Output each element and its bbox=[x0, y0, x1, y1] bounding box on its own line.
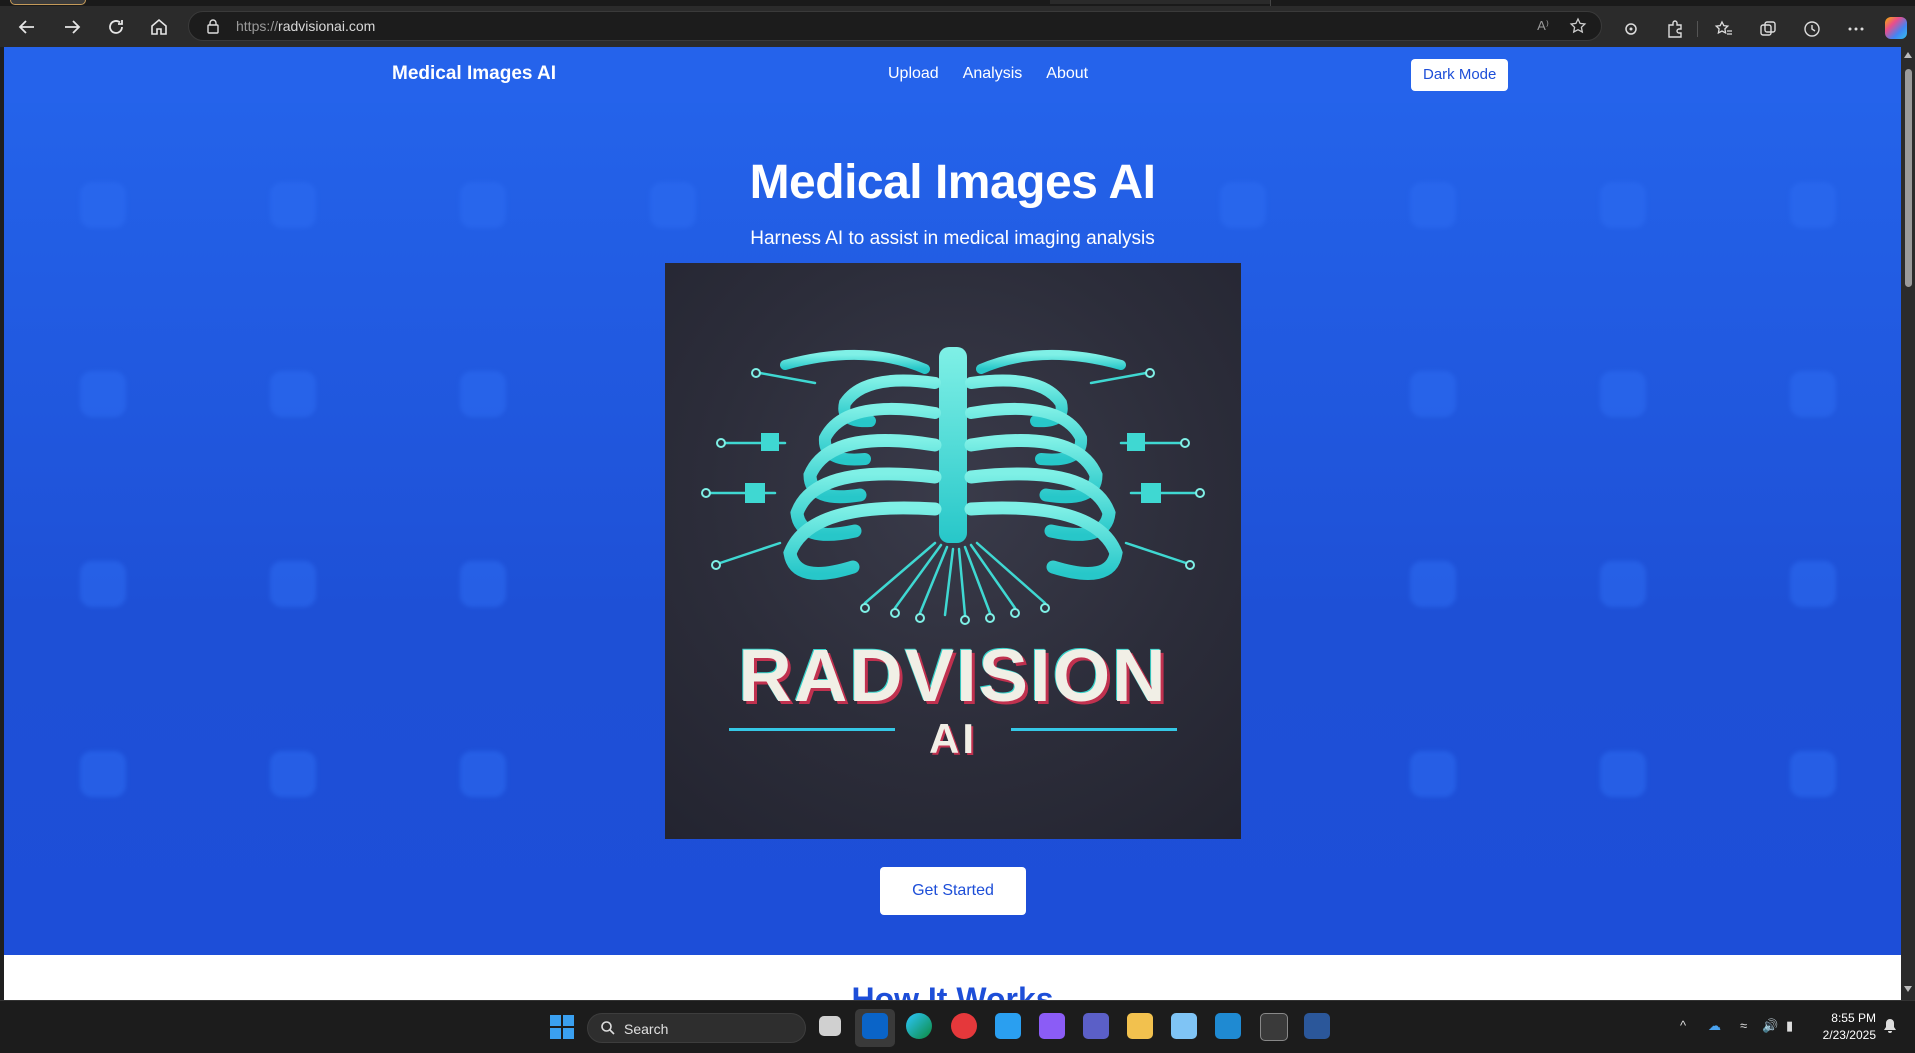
system-clock[interactable]: 8:55 PM 2/23/2025 bbox=[1814, 1010, 1876, 1044]
chevron-up-icon[interactable]: ^ bbox=[1680, 1018, 1686, 1033]
nav-link-about[interactable]: About bbox=[1046, 65, 1088, 83]
page-scrollbar[interactable] bbox=[1901, 47, 1915, 1000]
home-icon[interactable] bbox=[145, 13, 173, 41]
teams-icon[interactable] bbox=[1083, 1013, 1109, 1039]
taskbar: Search ^ ☁ ≈ 🔊 ▮ 8:55 PM 2/23/2025 bbox=[0, 1000, 1915, 1053]
onedrive-icon[interactable]: ☁ bbox=[1708, 1018, 1721, 1034]
scroll-up-icon[interactable] bbox=[1904, 52, 1912, 58]
nav-link-analysis[interactable]: Analysis bbox=[963, 65, 1023, 83]
favorite-star-icon[interactable] bbox=[1569, 17, 1587, 35]
how-it-works-section: How It Works bbox=[4, 955, 1901, 1000]
scrollbar-thumb[interactable] bbox=[1905, 69, 1912, 287]
collections-icon[interactable] bbox=[1758, 19, 1778, 39]
site-brand[interactable]: Medical Images AI bbox=[392, 63, 556, 85]
forward-icon[interactable] bbox=[58, 13, 86, 41]
get-started-button[interactable]: Get Started bbox=[880, 867, 1026, 915]
volume-icon[interactable]: 🔊 bbox=[1762, 1018, 1778, 1034]
hero-title: Medical Images AI bbox=[749, 156, 1156, 209]
mail-box-icon[interactable] bbox=[995, 1013, 1021, 1039]
extension-icon[interactable] bbox=[1621, 19, 1641, 39]
history-icon[interactable] bbox=[1802, 19, 1822, 39]
hero-section: Medical Images AI Harness AI to assist i… bbox=[4, 103, 1901, 955]
terminal-icon[interactable] bbox=[1260, 1013, 1288, 1041]
address-bar[interactable]: https://radvisionai.com A⁾ bbox=[188, 11, 1602, 41]
clock-date: 2/23/2025 bbox=[1822, 1028, 1876, 1042]
browser-tab[interactable] bbox=[10, 0, 86, 5]
browser-toolbar: https://radvisionai.com A⁾ bbox=[0, 6, 1915, 47]
word-icon[interactable] bbox=[1304, 1013, 1330, 1039]
more-menu-icon[interactable] bbox=[1846, 19, 1866, 39]
dark-mode-button[interactable]: Dark Mode bbox=[1411, 59, 1509, 91]
page-viewport: Medical Images AI Upload Analysis About … bbox=[4, 47, 1901, 1000]
clock-time: 8:55 PM bbox=[1831, 1011, 1876, 1025]
toolbar-divider bbox=[1697, 21, 1698, 37]
extensions-puzzle-icon[interactable] bbox=[1665, 19, 1685, 39]
hero-subtitle: Harness AI to assist in medical imaging … bbox=[750, 228, 1155, 249]
read-aloud-icon[interactable]: A⁾ bbox=[1537, 18, 1549, 34]
search-label: Search bbox=[624, 1021, 669, 1037]
battery-icon[interactable]: ▮ bbox=[1786, 1018, 1793, 1034]
favorites-icon[interactable] bbox=[1714, 19, 1734, 39]
notification-bell-icon[interactable] bbox=[1883, 1018, 1897, 1034]
wifi-icon[interactable]: ≈ bbox=[1740, 1018, 1747, 1033]
file-explorer-icon[interactable] bbox=[1127, 1013, 1153, 1039]
lock-icon[interactable] bbox=[205, 18, 221, 34]
notepad-icon[interactable] bbox=[1171, 1013, 1197, 1039]
vivaldi-icon[interactable] bbox=[951, 1013, 977, 1039]
radvision-logo-image: RADVISION AI bbox=[665, 263, 1241, 839]
section-title: How It Works bbox=[851, 981, 1054, 1000]
refresh-icon[interactable] bbox=[102, 13, 130, 41]
url-text[interactable]: https://radvisionai.com bbox=[236, 18, 375, 34]
back-icon[interactable] bbox=[13, 13, 41, 41]
logo-ai-text: AI bbox=[929, 715, 977, 762]
edge-icon[interactable] bbox=[906, 1013, 932, 1039]
scroll-down-icon[interactable] bbox=[1904, 986, 1912, 992]
nav-links: Upload Analysis About bbox=[888, 65, 1088, 83]
nav-link-upload[interactable]: Upload bbox=[888, 65, 939, 83]
outlook-icon[interactable] bbox=[862, 1013, 888, 1039]
visual-studio-icon[interactable] bbox=[1039, 1013, 1065, 1039]
vscode-icon[interactable] bbox=[1215, 1013, 1241, 1039]
taskbar-search[interactable]: Search bbox=[587, 1013, 806, 1043]
search-icon bbox=[601, 1021, 615, 1035]
windows-start-icon[interactable] bbox=[550, 1015, 574, 1039]
copilot-icon[interactable] bbox=[1885, 17, 1907, 39]
browser-tab[interactable] bbox=[1050, 0, 1270, 4]
site-navbar: Medical Images AI Upload Analysis About … bbox=[4, 47, 1901, 103]
logo-wordmark: RADVISION bbox=[738, 634, 1168, 717]
task-view-icon[interactable] bbox=[819, 1016, 841, 1036]
